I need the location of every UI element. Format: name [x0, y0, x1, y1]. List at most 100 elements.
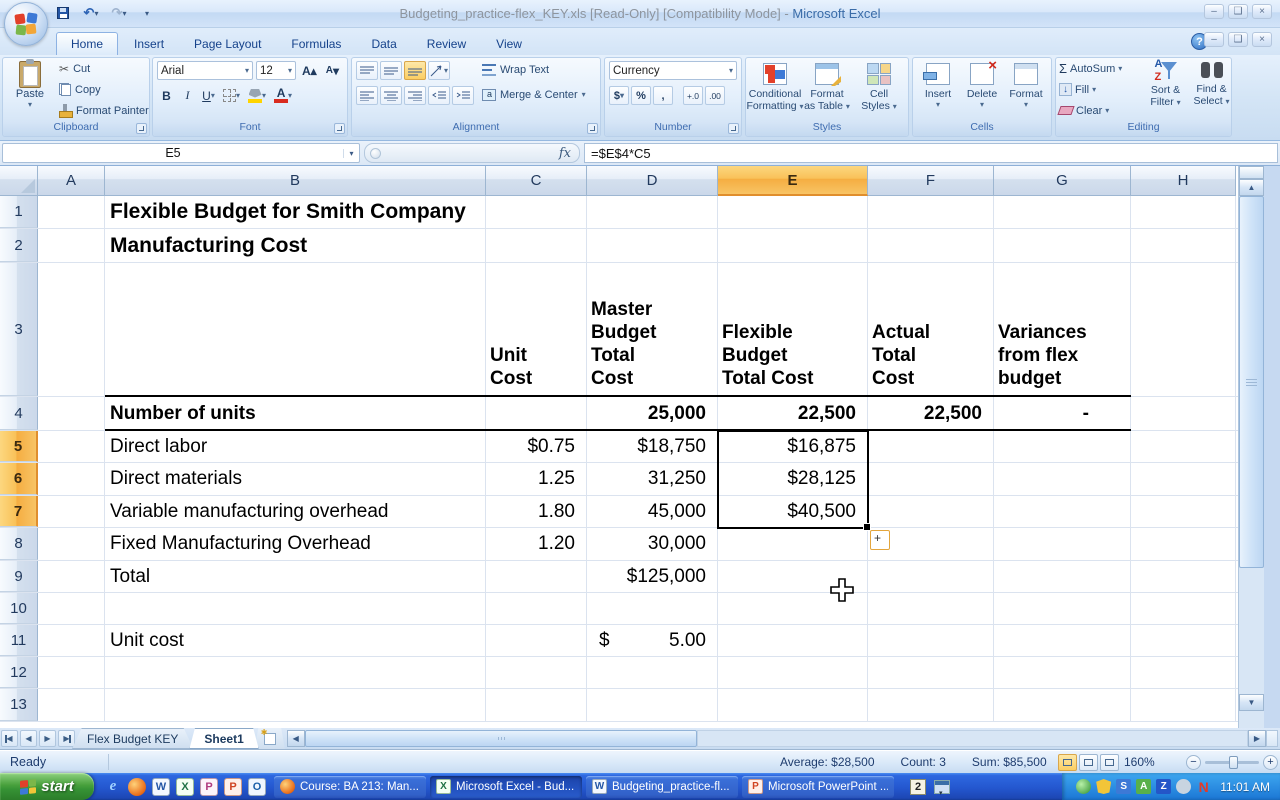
column-header-b[interactable]: B [105, 166, 486, 196]
close-button[interactable]: × [1252, 4, 1272, 19]
cell-d6[interactable]: 31,250 [587, 468, 706, 490]
row-5-cells[interactable]: Direct labor $0.75 $18,750 $16,875 [38, 431, 1236, 462]
powerpoint-icon[interactable]: P [224, 778, 242, 796]
row-6-cells[interactable]: Direct materials 1.25 31,250 $28,125 [38, 463, 1236, 495]
clipboard-dialog-launcher[interactable] [136, 123, 147, 134]
format-cells-button[interactable]: Format ▾ [1005, 60, 1047, 130]
tray-n-icon[interactable]: N [1196, 779, 1211, 794]
sort-filter-button[interactable]: A Z Sort & Filter ▾ [1144, 59, 1187, 109]
autofill-options-button[interactable]: + [870, 530, 890, 550]
column-header-d[interactable]: D [587, 166, 718, 196]
zoom-level[interactable]: 160% [1124, 755, 1155, 769]
cell-d8[interactable]: 30,000 [587, 533, 706, 555]
row-11-cells[interactable]: Unit cost $ 5.00 [38, 625, 1236, 656]
alignment-dialog-launcher[interactable] [587, 123, 598, 134]
cell-c7[interactable]: 1.80 [486, 501, 575, 523]
zoom-slider-knob[interactable] [1229, 756, 1238, 769]
horizontal-scroll-thumb[interactable] [305, 730, 697, 747]
publisher-icon[interactable]: P [200, 778, 218, 796]
messenger-badge-icon[interactable]: 2 [910, 779, 926, 795]
tab-data[interactable]: Data [357, 33, 410, 55]
cell-d9[interactable]: $125,000 [587, 566, 706, 588]
borders-button[interactable]: ▾ [220, 86, 243, 105]
sheet-tab-sheet1[interactable]: Sheet1 [189, 728, 258, 749]
percent-style-button[interactable]: % [631, 86, 651, 105]
merge-center-button[interactable]: Merge & Center ▾ [482, 86, 586, 103]
cell-b6[interactable]: Direct materials [110, 467, 250, 491]
column-header-f[interactable]: F [868, 166, 994, 196]
insert-function-button[interactable]: fx [559, 146, 571, 161]
tray-antivirus-icon[interactable]: A [1136, 779, 1151, 794]
column-header-c[interactable]: C [486, 166, 587, 196]
decrease-decimal-button[interactable]: .00 [705, 86, 725, 105]
paste-button[interactable]: Paste ▾ [7, 60, 53, 122]
grow-font-button[interactable]: A▴ [299, 61, 320, 80]
firefox-icon[interactable] [128, 778, 146, 796]
workbook-minimize-button[interactable]: – [1204, 32, 1224, 47]
column-header-e[interactable]: E [718, 166, 868, 196]
cell-e4[interactable]: 22,500 [718, 403, 856, 425]
align-center-button[interactable] [380, 86, 402, 105]
tray-volume-icon[interactable] [1176, 779, 1191, 794]
tray-update-icon[interactable] [1076, 779, 1091, 794]
copy-button[interactable]: Copy [59, 81, 149, 98]
cell-b8[interactable]: Fixed Manufacturing Overhead [110, 532, 379, 556]
row-12-cells[interactable] [38, 657, 1236, 688]
show-desktop-icon[interactable] [934, 780, 950, 794]
number-format-select[interactable]: Currency ▾ [609, 61, 737, 80]
align-left-button[interactable] [356, 86, 378, 105]
cell-e3[interactable]: Flexible Budget Total Cost [722, 321, 868, 390]
clear-button[interactable]: Clear ▾ [1059, 102, 1122, 119]
column-header-a[interactable]: A [38, 166, 105, 196]
format-as-table-button[interactable]: Format as Table ▾ [802, 60, 852, 130]
cell-b1[interactable]: Flexible Budget for Smith Company [110, 199, 476, 225]
select-all-corner[interactable] [0, 166, 38, 196]
cut-button[interactable]: ✂ Cut [59, 60, 149, 77]
cell-styles-button[interactable]: Cell Styles ▾ [854, 60, 904, 130]
restore-button[interactable]: ❑ [1228, 4, 1248, 19]
workbook-close-button[interactable]: × [1252, 32, 1272, 47]
cell-c3[interactable]: Unit Cost [490, 344, 587, 390]
tab-view[interactable]: View [482, 33, 536, 55]
taskbar-button-powerpoint[interactable]: P Microsoft PowerPoint ... [742, 776, 894, 798]
font-dialog-launcher[interactable] [334, 123, 345, 134]
previous-sheet-button[interactable]: ◀ [20, 730, 37, 747]
cell-d11[interactable]: 5.00 [587, 630, 706, 652]
italic-button[interactable]: I [178, 86, 197, 105]
orientation-button[interactable]: ▾ [428, 61, 450, 80]
cell-d5[interactable]: $18,750 [587, 436, 706, 458]
column-header-h[interactable]: H [1131, 166, 1236, 196]
cell-b9[interactable]: Total [110, 565, 158, 589]
cell-b11[interactable]: Unit cost [110, 629, 192, 653]
tab-formulas[interactable]: Formulas [277, 33, 355, 55]
find-select-button[interactable]: Find & Select ▾ [1190, 59, 1233, 109]
tab-page-layout[interactable]: Page Layout [180, 33, 275, 55]
cell-c5[interactable]: $0.75 [486, 436, 575, 458]
tab-insert[interactable]: Insert [120, 33, 178, 55]
conditional-formatting-button[interactable]: Conditional Formatting ▾ [750, 60, 800, 130]
cell-f4[interactable]: 22,500 [868, 403, 982, 425]
wrap-text-button[interactable]: Wrap Text [482, 61, 586, 78]
scroll-left-button[interactable]: ◀ [287, 730, 305, 747]
tab-home[interactable]: Home [56, 32, 118, 55]
taskbar-button-firefox-course[interactable]: Course: BA 213: Man... [274, 776, 426, 798]
align-middle-button[interactable] [380, 61, 402, 80]
name-box-dropdown[interactable]: ▾ [343, 149, 359, 158]
font-color-button[interactable]: A▾ [271, 86, 295, 105]
row-9-cells[interactable]: Total $125,000 [38, 561, 1236, 592]
zoom-in-button[interactable]: + [1263, 755, 1278, 770]
cell-c8[interactable]: 1.20 [486, 533, 575, 555]
tab-review[interactable]: Review [413, 33, 480, 55]
comma-style-button[interactable]: , [653, 86, 673, 105]
tray-tools-icon[interactable]: S [1116, 779, 1131, 794]
row-header-9[interactable]: 9 [0, 561, 38, 592]
cell-c6[interactable]: 1.25 [486, 468, 575, 490]
cell-b7[interactable]: Variable manufacturing overhead [110, 500, 397, 524]
row-header-4[interactable]: 4 [0, 397, 38, 430]
font-name-select[interactable]: Arial ▾ [157, 61, 253, 80]
scroll-up-button[interactable]: ▲ [1239, 179, 1264, 196]
excel-icon[interactable]: X [176, 778, 194, 796]
first-sheet-button[interactable]: ◀ [1, 730, 18, 747]
outlook-icon[interactable]: O [248, 778, 266, 796]
internet-explorer-icon[interactable]: e [104, 778, 122, 796]
